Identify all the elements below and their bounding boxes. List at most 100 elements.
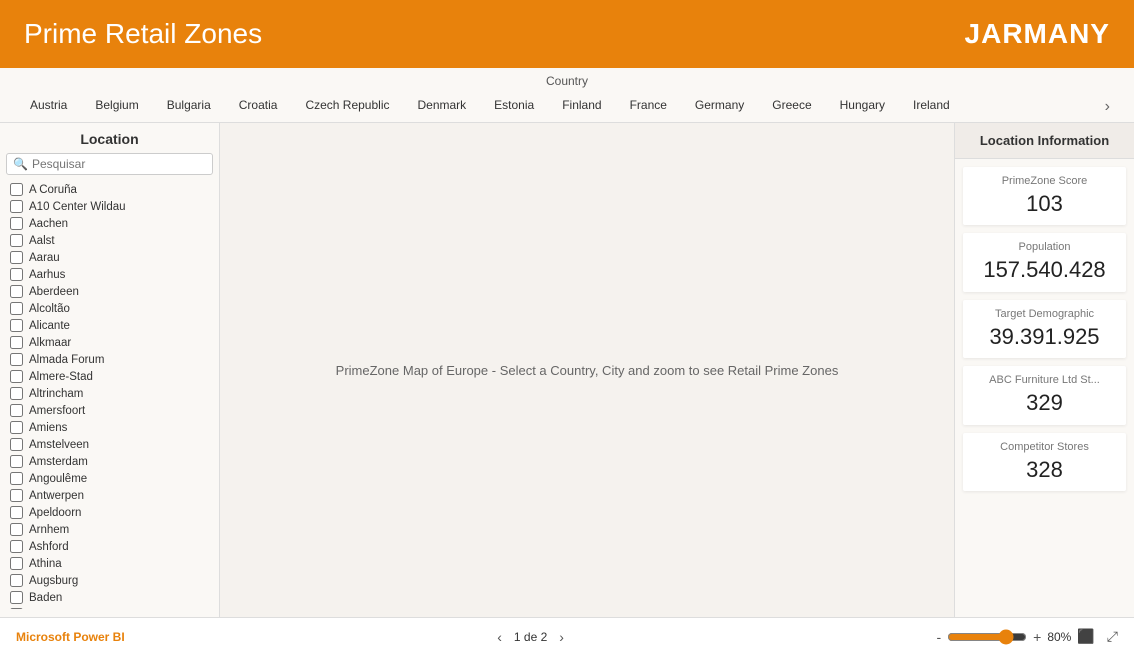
list-item[interactable]: Amsterdam — [6, 453, 213, 470]
location-item-label: Aalst — [29, 235, 55, 247]
search-input[interactable] — [32, 157, 206, 171]
list-item[interactable]: Angoulême — [6, 470, 213, 487]
country-tab-ireland[interactable]: Ireland — [899, 92, 964, 122]
country-tab-estonia[interactable]: Estonia — [480, 92, 548, 122]
powerbi-link[interactable]: Microsoft Power BI — [16, 630, 125, 644]
country-tab-bulgaria[interactable]: Bulgaria — [153, 92, 225, 122]
map-placeholder-text: PrimeZone Map of Europe - Select a Count… — [336, 363, 839, 378]
prev-page-button[interactable]: ‹ — [493, 627, 506, 647]
list-item[interactable]: A10 Center Wildau — [6, 198, 213, 215]
list-item[interactable]: Arnhem — [6, 521, 213, 538]
location-checkbox[interactable] — [10, 217, 23, 230]
location-checkbox[interactable] — [10, 370, 23, 383]
list-item[interactable]: Alcoltão — [6, 300, 213, 317]
country-tab-france[interactable]: France — [616, 92, 681, 122]
location-checkbox[interactable] — [10, 421, 23, 434]
zoom-slider[interactable] — [947, 629, 1027, 645]
location-checkbox[interactable] — [10, 506, 23, 519]
location-checkbox[interactable] — [10, 540, 23, 553]
location-checkbox[interactable] — [10, 489, 23, 502]
country-tab-czech[interactable]: Czech Republic — [291, 92, 403, 122]
list-item[interactable]: Aberdeen — [6, 283, 213, 300]
pagination-control: ‹ 1 de 2 › — [493, 627, 568, 647]
list-item[interactable]: Aarhus — [6, 266, 213, 283]
location-item-label: Amsterdam — [29, 456, 88, 468]
location-checkbox[interactable] — [10, 234, 23, 247]
info-card-value: 329 — [975, 390, 1114, 416]
location-checkbox[interactable] — [10, 353, 23, 366]
list-item[interactable]: Athina — [6, 555, 213, 572]
country-tab-finland[interactable]: Finland — [548, 92, 615, 122]
list-item[interactable]: Aalst — [6, 232, 213, 249]
location-checkbox[interactable] — [10, 200, 23, 213]
location-item-label: Alkmaar — [29, 337, 71, 349]
location-checkbox[interactable] — [10, 268, 23, 281]
list-item[interactable]: Augsburg — [6, 572, 213, 589]
list-item[interactable]: Almere-Stad — [6, 368, 213, 385]
next-page-button[interactable]: › — [555, 627, 568, 647]
list-item[interactable]: Aachen — [6, 215, 213, 232]
list-item[interactable]: Baden — [6, 589, 213, 606]
zoom-in-button[interactable]: + — [1033, 629, 1041, 645]
country-tab-greece[interactable]: Greece — [758, 92, 825, 122]
location-checkbox[interactable] — [10, 183, 23, 196]
country-tab-croatia[interactable]: Croatia — [225, 92, 292, 122]
info-card-4: Competitor Stores328 — [963, 433, 1126, 491]
main-content: Location 🔍 A CoruñaA10 Center WildauAach… — [0, 123, 1134, 617]
location-item-label: Athina — [29, 558, 62, 570]
location-checkbox[interactable] — [10, 302, 23, 315]
location-item-label: Augsburg — [29, 575, 78, 587]
list-item[interactable]: Amstelveen — [6, 436, 213, 453]
location-checkbox[interactable] — [10, 319, 23, 332]
list-item[interactable]: Ashford — [6, 538, 213, 555]
location-item-label: Angoulême — [29, 473, 87, 485]
location-checkbox[interactable] — [10, 557, 23, 570]
location-checkbox[interactable] — [10, 523, 23, 536]
location-checkbox[interactable] — [10, 387, 23, 400]
list-item[interactable]: Aarau — [6, 249, 213, 266]
location-item-label: Almada Forum — [29, 354, 104, 366]
list-item[interactable]: Apeldoorn — [6, 504, 213, 521]
info-panel: Location Information PrimeZone Score103P… — [954, 123, 1134, 617]
export-button[interactable]: ⬛ — [1077, 628, 1094, 645]
location-item-label: Ashford — [29, 541, 69, 553]
country-label: Country — [16, 74, 1118, 88]
location-checkbox[interactable] — [10, 438, 23, 451]
list-item[interactable]: Amiens — [6, 419, 213, 436]
location-checkbox[interactable] — [10, 336, 23, 349]
list-item[interactable]: A Coruña — [6, 181, 213, 198]
list-item[interactable]: Amersfoort — [6, 402, 213, 419]
country-tab-austria[interactable]: Austria — [16, 92, 81, 122]
location-checkbox[interactable] — [10, 404, 23, 417]
location-checkbox[interactable] — [10, 608, 23, 609]
info-card-label: Competitor Stores — [975, 441, 1114, 453]
location-checkbox[interactable] — [10, 251, 23, 264]
location-item-label: Apeldoorn — [29, 507, 81, 519]
info-card-1: Population157.540.428 — [963, 233, 1126, 291]
location-item-label: Aberdeen — [29, 286, 79, 298]
zoom-out-button[interactable]: - — [936, 629, 941, 645]
list-item[interactable]: Altrincham — [6, 385, 213, 402]
location-search-bar[interactable]: 🔍 — [6, 153, 213, 175]
list-item[interactable]: Ballymena — [6, 606, 213, 609]
location-checkbox[interactable] — [10, 285, 23, 298]
info-card-label: PrimeZone Score — [975, 175, 1114, 187]
country-tab-hungary[interactable]: Hungary — [826, 92, 899, 122]
location-checkbox[interactable] — [10, 591, 23, 604]
country-tab-denmark[interactable]: Denmark — [403, 92, 480, 122]
list-item[interactable]: Almada Forum — [6, 351, 213, 368]
info-card-label: Population — [975, 241, 1114, 253]
list-item[interactable]: Alkmaar — [6, 334, 213, 351]
country-tab-germany[interactable]: Germany — [681, 92, 758, 122]
list-item[interactable]: Antwerpen — [6, 487, 213, 504]
fullscreen-button[interactable]: ⤢ — [1107, 628, 1118, 645]
location-item-label: Aarau — [29, 252, 60, 264]
location-checkbox[interactable] — [10, 455, 23, 468]
list-item[interactable]: Alicante — [6, 317, 213, 334]
country-tab-belgium[interactable]: Belgium — [81, 92, 152, 122]
location-checkbox[interactable] — [10, 472, 23, 485]
location-item-label: Altrincham — [29, 388, 83, 400]
country-next-button[interactable]: › — [1097, 94, 1118, 120]
location-item-label: Alcoltão — [29, 303, 70, 315]
location-checkbox[interactable] — [10, 574, 23, 587]
